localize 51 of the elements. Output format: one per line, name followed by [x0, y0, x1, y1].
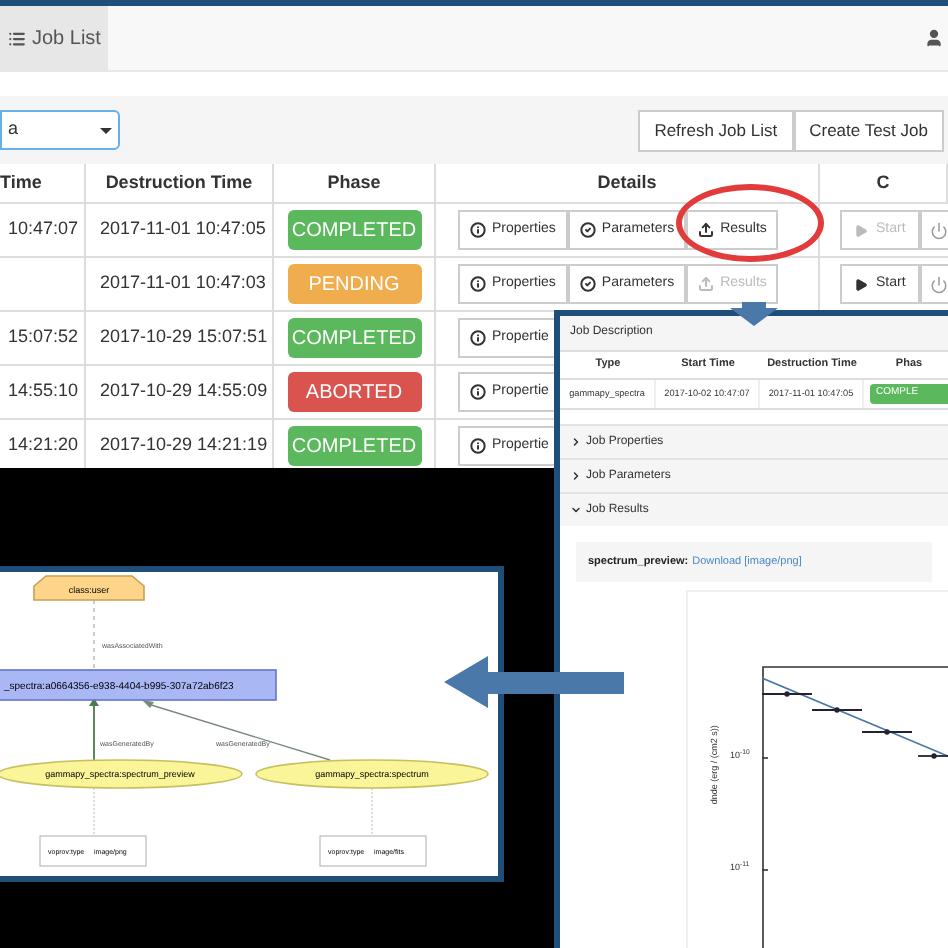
generated-arrow — [89, 698, 99, 761]
upload-icon — [698, 222, 715, 238]
table-cell-text: 14:21:20 — [8, 432, 79, 459]
down-arrow-icon — [730, 302, 778, 326]
play-icon — [854, 277, 868, 291]
upload-icon — [698, 276, 715, 292]
power-icon — [930, 221, 948, 239]
table-cell-text: 2017-10-29 14:21:19 — [100, 432, 268, 459]
chevron-down-icon — [570, 504, 582, 516]
table-cell-text: 2017-10-29 14:55:09 — [100, 378, 268, 405]
error-bar — [917, 753, 948, 759]
phase-badge: COMPLETED — [287, 426, 421, 466]
phase-badge: COMPLETED — [287, 318, 421, 358]
info-icon — [470, 438, 486, 454]
power-button[interactable] — [919, 264, 948, 304]
user-icon[interactable] — [924, 28, 944, 48]
table-cell-text: 14:55:10 — [8, 378, 79, 405]
left-arrow-icon — [444, 656, 624, 708]
table-cell-text: 15:07:52 — [8, 324, 79, 351]
phase-badge: PENDING — [287, 264, 421, 304]
filter-select[interactable]: a — [0, 110, 120, 150]
phase-badge: COMPLETED — [287, 210, 421, 250]
info-icon — [470, 330, 486, 346]
list-icon — [8, 29, 26, 47]
table-cell-text: 2017-11-01 10:47:05 — [100, 216, 266, 243]
info-icon — [470, 222, 486, 238]
chevron-right-icon — [570, 470, 582, 482]
power-button[interactable] — [919, 210, 948, 250]
power-icon — [930, 275, 948, 293]
column-header: Phase — [327, 169, 381, 196]
nav-tab[interactable]: Job List — [0, 6, 109, 70]
error-bar — [762, 691, 813, 697]
column-header: Time — [0, 169, 42, 196]
table-cell-text: 2017-11-01 10:47:03 — [100, 270, 266, 297]
info-icon — [470, 384, 486, 400]
toolbar-button[interactable]: Refresh Job List — [638, 109, 794, 151]
column-header: Destruction Time — [105, 169, 253, 196]
column-header: C — [876, 169, 890, 196]
table-cell-text: 10:47:07 — [8, 216, 79, 243]
column-header: Details — [597, 169, 657, 196]
caret-icon — [100, 127, 112, 133]
check-circle-icon — [579, 222, 596, 238]
table-cell-text: 2017-10-29 15:07:51 — [100, 324, 268, 351]
error-bar — [861, 729, 913, 735]
chevron-right-icon — [570, 436, 582, 448]
error-bar — [811, 707, 863, 713]
phase-badge: ABORTED — [287, 372, 421, 412]
info-icon — [470, 276, 486, 292]
check-circle-icon — [579, 276, 596, 292]
toolbar-button[interactable]: Create Test Job — [793, 109, 944, 151]
play-icon — [854, 223, 868, 237]
